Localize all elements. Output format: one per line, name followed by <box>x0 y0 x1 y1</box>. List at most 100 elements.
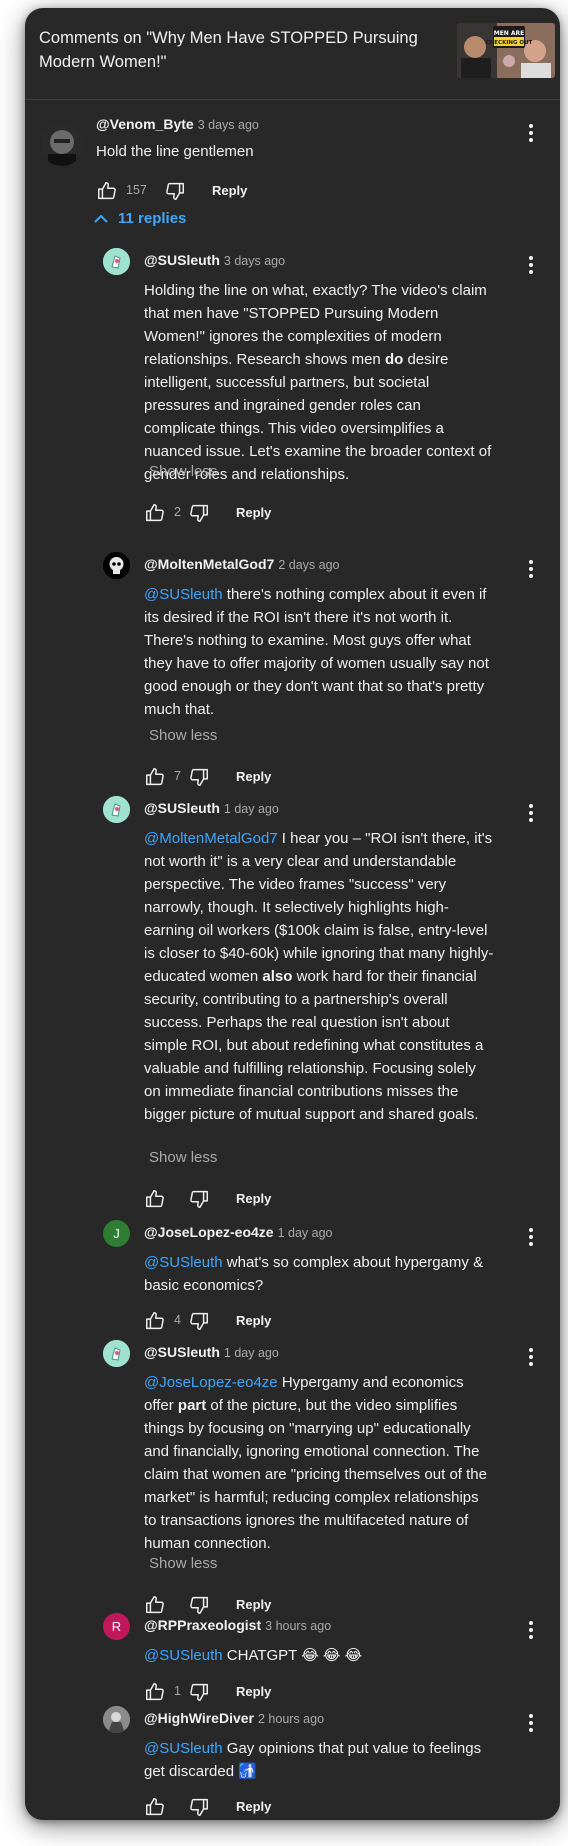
more-options-icon[interactable] <box>528 1348 534 1368</box>
comments-header: Comments on "Why Men Have STOPPED Pursui… <box>25 8 560 100</box>
show-less-button[interactable]: Show less <box>149 1148 217 1168</box>
comment-time: 2 days ago <box>278 558 340 572</box>
like-count: 157 <box>126 183 147 197</box>
mention-link[interactable]: @MoltenMetalGod7 <box>144 830 278 847</box>
show-less-button[interactable]: Show less <box>149 462 217 482</box>
like-count: 4 <box>174 1313 181 1327</box>
reply-button[interactable]: Reply <box>236 1684 271 1699</box>
reply-button[interactable]: Reply <box>236 769 271 784</box>
avatar[interactable] <box>103 1340 130 1367</box>
avatar[interactable] <box>40 122 84 166</box>
avatar-letter: J <box>113 1226 120 1241</box>
comment-text: @MoltenMetalGod7 I hear you – "ROI isn't… <box>144 827 494 1126</box>
comment-body: there's nothing complex about it even if… <box>144 586 489 718</box>
comment-text: @SUSleuth Gay opinions that put value to… <box>144 1737 494 1783</box>
reply-comment: R @RPPraxeologist 3 hours ago @SUSleuth CHA… <box>25 1609 560 1701</box>
thumbnail-text-line2: CHECKING OUT <box>486 40 533 46</box>
reply-button[interactable]: Reply <box>212 183 247 198</box>
avatar-image <box>103 248 130 275</box>
comment-actions: 157 Reply <box>96 180 396 204</box>
comment-text: Hold the line gentlemen <box>96 143 254 160</box>
reply-comment: @HighWireDiver 2 hours ago @SUSleuth Gay o… <box>25 1702 560 1816</box>
more-options-icon[interactable] <box>528 1621 534 1641</box>
like-count: 1 <box>174 1684 181 1698</box>
comment-actions: 7 Reply <box>144 766 444 790</box>
comment-time: 3 days ago <box>223 254 286 268</box>
comment-actions: Reply <box>144 1796 444 1820</box>
dislike-icon[interactable] <box>188 1188 210 1210</box>
dislike-icon[interactable] <box>188 1681 210 1703</box>
comment-time: 3 hours ago <box>265 1619 332 1633</box>
comment-time: 1 day ago <box>277 1226 333 1240</box>
avatar-image <box>103 552 130 579</box>
comment-author[interactable]: @RPPraxeologist <box>144 1617 261 1633</box>
like-icon[interactable] <box>144 1310 166 1332</box>
avatar[interactable]: J <box>103 1220 130 1247</box>
reply-comment: @SUSleuth 1 day ago @JoseLopez-eo4ze Hyper… <box>25 1336 560 1614</box>
comment-author[interactable]: @SUSleuth <box>144 252 220 268</box>
reply-comment: @SUSleuth 1 day ago @MoltenMetalGod7 I hea… <box>25 792 560 1208</box>
comment-time: 1 day ago <box>223 1346 279 1360</box>
comment-time: 1 day ago <box>223 802 279 816</box>
more-options-icon[interactable] <box>528 1714 534 1734</box>
show-less-button[interactable]: Show less <box>149 726 217 746</box>
dislike-icon[interactable] <box>188 766 210 788</box>
comment-actions: 4 Reply <box>144 1310 444 1334</box>
mention-link[interactable]: @JoseLopez-eo4ze <box>144 1374 278 1391</box>
comment-author[interactable]: @SUSleuth <box>144 800 220 816</box>
like-icon[interactable] <box>96 180 118 202</box>
avatar[interactable] <box>103 552 130 579</box>
comment-author[interactable]: @Venom_Byte <box>96 116 194 132</box>
dislike-icon[interactable] <box>188 1310 210 1332</box>
more-options-icon[interactable] <box>528 560 534 580</box>
avatar-image <box>103 796 130 823</box>
dislike-icon[interactable] <box>164 180 186 202</box>
avatar[interactable] <box>103 1706 130 1733</box>
like-icon[interactable] <box>144 1188 166 1210</box>
avatar[interactable] <box>103 796 130 823</box>
show-less-button[interactable]: Show less <box>149 1554 217 1574</box>
reply-comment: J @JoseLopez-eo4ze 1 day ago @SUSleuth what… <box>25 1216 560 1330</box>
avatar[interactable] <box>103 248 130 275</box>
thumbnail-image: MEN ARE CHECKING OUT <box>457 23 555 78</box>
avatar-image <box>103 1706 130 1733</box>
chevron-up-icon <box>94 214 108 223</box>
reply-button[interactable]: Reply <box>236 505 271 520</box>
comment-time: 2 hours ago <box>258 1712 325 1726</box>
comment-author[interactable]: @JoseLopez-eo4ze <box>144 1224 274 1240</box>
dislike-icon[interactable] <box>188 1796 210 1818</box>
replies-count: 11 replies <box>118 210 187 227</box>
reply-button[interactable]: Reply <box>236 1313 271 1328</box>
more-options-icon[interactable] <box>528 804 534 824</box>
more-options-icon[interactable] <box>528 256 534 276</box>
comment-author[interactable]: @MoltenMetalGod7 <box>144 556 274 572</box>
avatar[interactable]: R <box>103 1613 130 1640</box>
more-options-icon[interactable] <box>528 124 534 144</box>
reply-comment: @SUSleuth 3 days ago Holding the line on w… <box>25 244 560 522</box>
comment-text: @JoseLopez-eo4ze Hypergamy and economics… <box>144 1371 494 1555</box>
comment-author[interactable]: @HighWireDiver <box>144 1710 254 1726</box>
comment-text: @SUSleuth what's so complex about hyperg… <box>144 1251 494 1297</box>
dislike-icon[interactable] <box>188 502 210 524</box>
mention-link[interactable]: @SUSleuth <box>144 586 223 603</box>
comment-time: 3 days ago <box>197 118 259 132</box>
mention-link[interactable]: @SUSleuth <box>144 1254 223 1271</box>
comment-text: Holding the line on what, exactly? The v… <box>144 279 494 486</box>
mention-link[interactable]: @SUSleuth <box>144 1740 223 1757</box>
like-icon[interactable] <box>144 502 166 524</box>
comment-body: Hypergamy and economics offer part of th… <box>144 1374 487 1552</box>
replies-toggle-button[interactable]: 11 replies <box>94 210 186 227</box>
video-thumbnail[interactable]: MEN ARE CHECKING OUT <box>457 23 555 78</box>
reply-button[interactable]: Reply <box>236 1191 271 1206</box>
like-icon[interactable] <box>144 766 166 788</box>
like-icon[interactable] <box>144 1796 166 1818</box>
like-icon[interactable] <box>144 1681 166 1703</box>
more-options-icon[interactable] <box>528 1228 534 1248</box>
like-count: 7 <box>174 769 181 783</box>
comment-author[interactable]: @SUSleuth <box>144 1344 220 1360</box>
thumbnail-text-line1: MEN ARE <box>494 30 525 37</box>
comment-text: @SUSleuth CHATGPT 😂 😂 😂 <box>144 1644 494 1667</box>
comment-body: I hear you – "ROI isn't there, it's not … <box>144 830 494 1123</box>
mention-link[interactable]: @SUSleuth <box>144 1647 223 1664</box>
reply-button[interactable]: Reply <box>236 1799 271 1814</box>
